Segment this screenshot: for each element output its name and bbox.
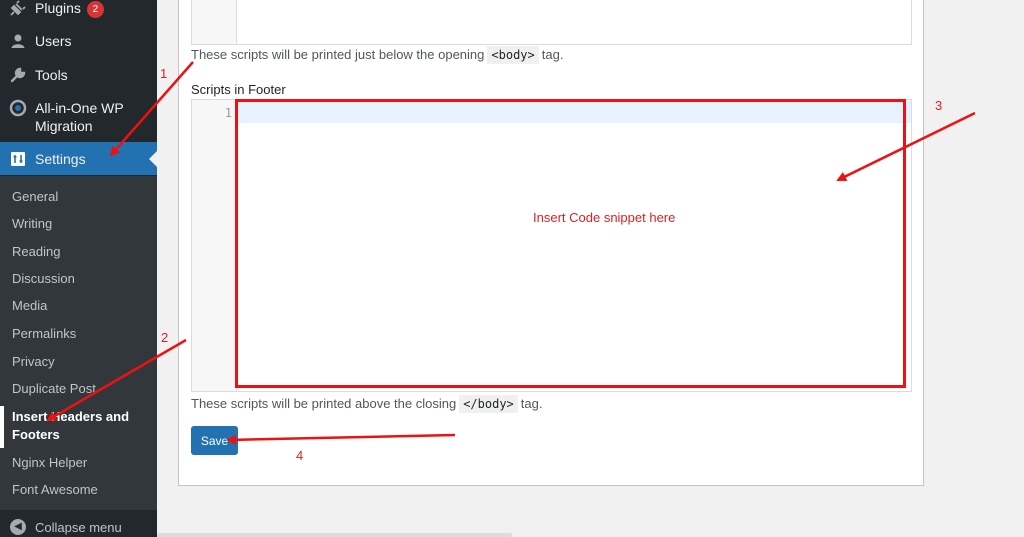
migration-icon [8,98,28,118]
sidebar-item-label: Settings [35,151,86,167]
editor-gutter: 1 [192,100,237,391]
wrench-icon [8,65,28,85]
line-number: 1 [224,106,232,120]
collapse-menu-label: Collapse menu [35,520,122,535]
submenu-item-privacy[interactable]: Privacy [12,353,152,371]
sidebar-item-label: Plugins [35,0,81,16]
body-tag-code: <body> [487,46,539,64]
collapse-menu-button[interactable]: ◀ Collapse menu [0,514,157,537]
submenu-item-insert-headers-footers[interactable]: Insert Headers and Footers [12,408,142,444]
update-count-badge: 2 [86,1,104,18]
header-scripts-editor[interactable] [191,0,912,45]
admin-sidebar: Plugins 2 Users Tools All-in-One WP Migra… [0,0,157,537]
submenu-item-media[interactable]: Media [12,297,152,315]
header-scripts-description: These scripts will be printed just below… [191,46,564,64]
editor-gutter [192,0,237,44]
submenu-item-font-awesome[interactable]: Font Awesome [12,481,152,499]
footer-scripts-description: These scripts will be printed above the … [191,395,543,413]
sidebar-item-label: Tools [35,67,68,83]
annotation-step-4: 4 [296,448,304,463]
submenu-item-writing[interactable]: Writing [12,215,152,233]
collapse-arrow-icon: ◀ [10,519,26,535]
annotation-step-2: 2 [161,330,169,345]
horizontal-scrollbar[interactable] [157,533,512,537]
annotation-step-3: 3 [935,98,943,113]
closing-body-tag-code: </body> [459,395,518,413]
sidebar-item-settings[interactable]: Settings [0,142,157,175]
settings-submenu: General Writing Reading Discussion Media… [0,176,157,510]
sidebar-item-tools[interactable]: Tools [0,64,157,86]
sidebar-item-plugins[interactable]: Plugins 2 [0,0,157,18]
annotation-step-1: 1 [160,66,168,81]
settings-icon [8,149,28,169]
annotation-highlight-box [235,99,906,388]
submenu-item-reading[interactable]: Reading [12,243,152,261]
sidebar-item-users[interactable]: Users [0,30,157,52]
submenu-item-duplicate-post[interactable]: Duplicate Post [12,380,152,398]
submenu-item-general[interactable]: General [12,188,152,206]
sidebar-item-label: Users [35,33,72,49]
save-button[interactable]: Save [191,426,238,455]
submenu-item-permalinks[interactable]: Permalinks [12,325,152,343]
sidebar-item-label: All-in-One WP Migration [35,100,124,134]
sidebar-item-migration[interactable]: All-in-One WP Migration [0,97,157,137]
submenu-item-discussion[interactable]: Discussion [12,270,152,288]
submenu-item-nginx-helper[interactable]: Nginx Helper [12,454,152,472]
current-page-indicator [0,406,4,448]
scripts-in-footer-label: Scripts in Footer [191,82,286,97]
users-icon [8,31,28,51]
annotation-snippet-note: Insert Code snippet here [533,210,676,225]
plugin-icon [8,0,28,18]
